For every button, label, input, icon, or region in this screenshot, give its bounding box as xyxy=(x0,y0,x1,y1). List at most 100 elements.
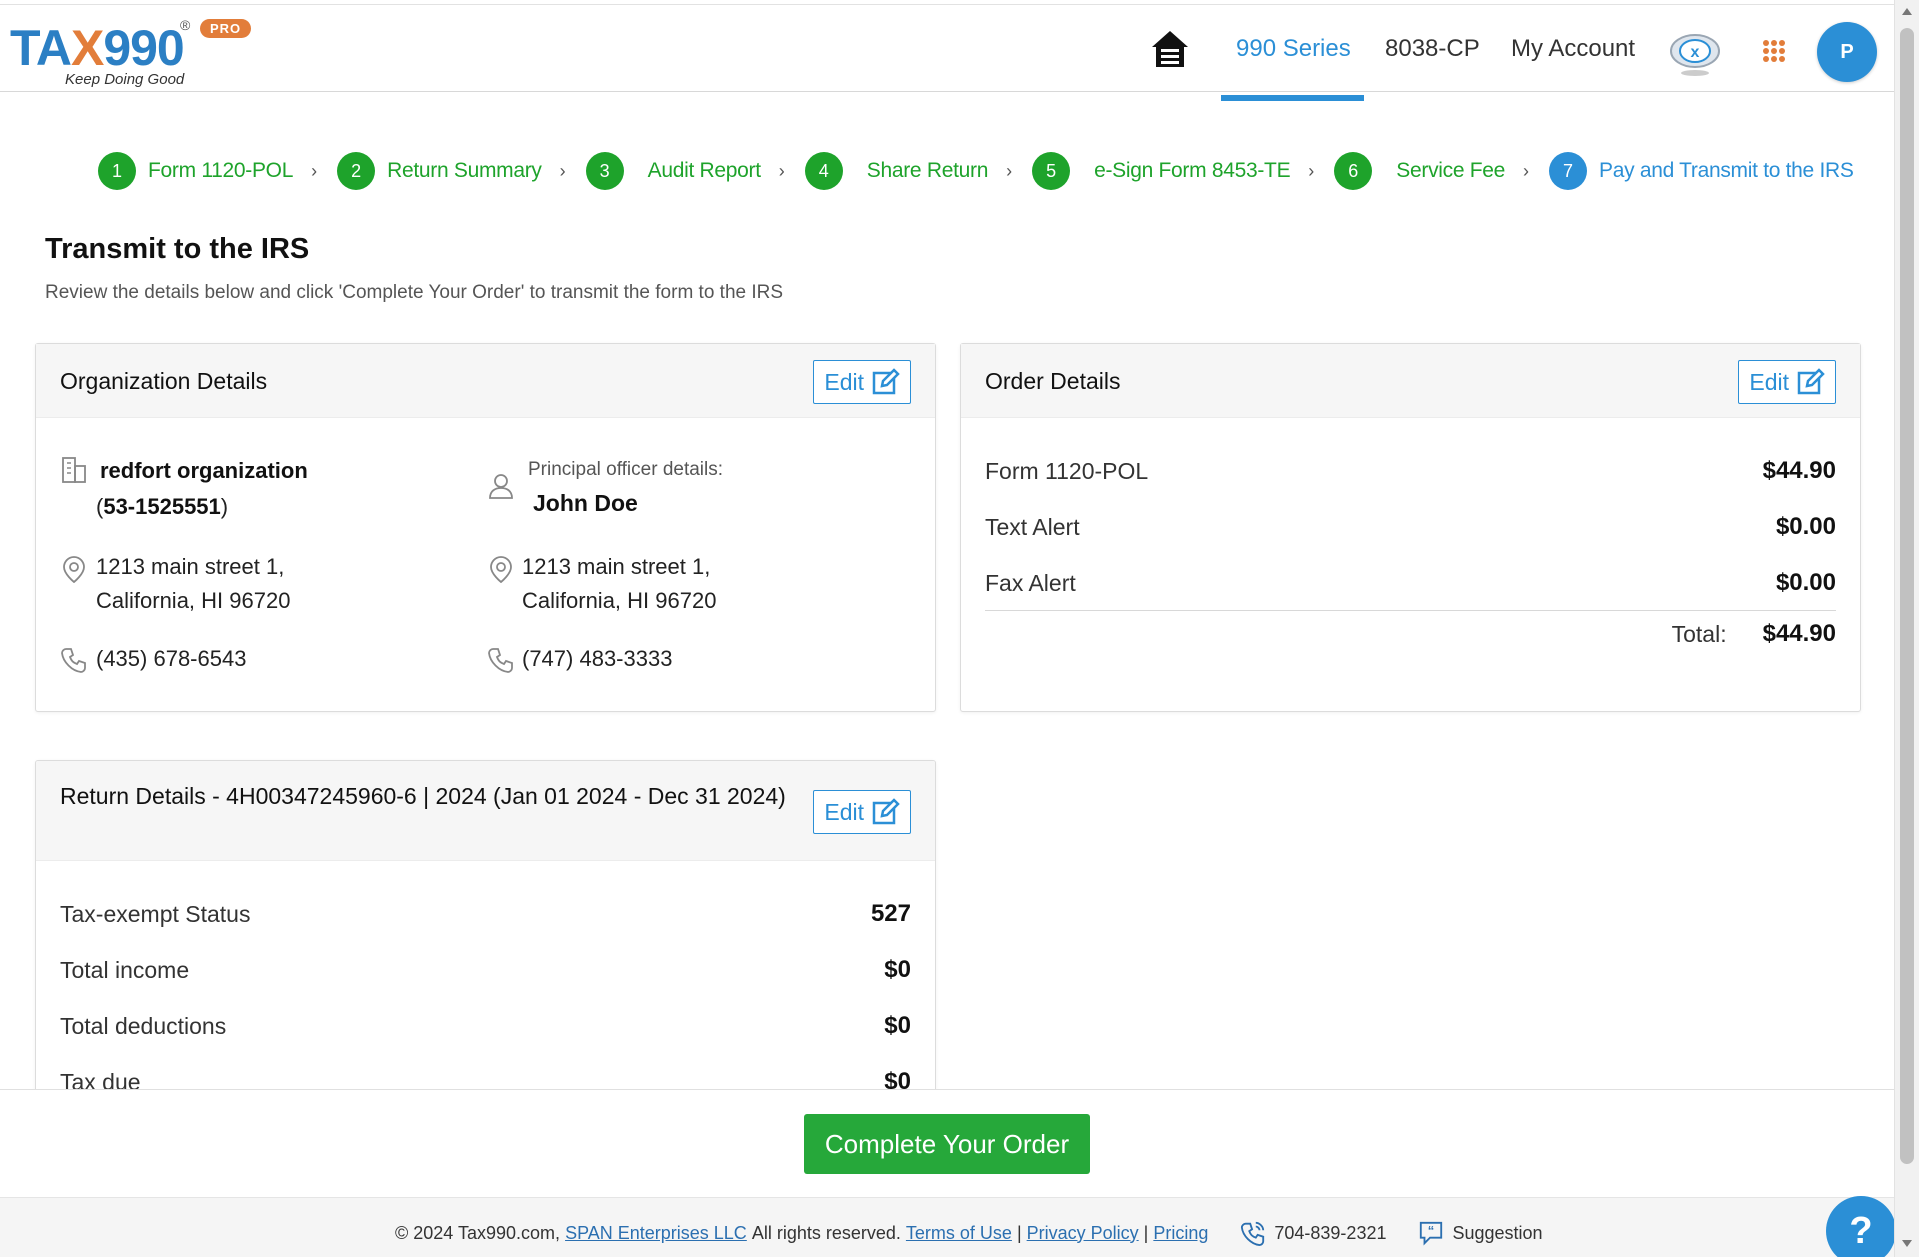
help-button[interactable]: ? xyxy=(1826,1196,1896,1257)
order-item-label: Form 1120-POL xyxy=(985,457,1149,484)
order-item-amount: $44.90 xyxy=(1762,457,1836,484)
home-icon[interactable] xyxy=(1148,27,1192,71)
footer-privacy-link[interactable]: Privacy Policy xyxy=(1027,1223,1139,1244)
order-total-label: Total: xyxy=(1671,620,1727,647)
page-scrollbar[interactable] xyxy=(1894,0,1919,1257)
complete-order-button[interactable]: Complete Your Order xyxy=(804,1114,1090,1174)
edit-label: Edit xyxy=(824,798,864,825)
footer-suggestion[interactable]: “ Suggestion xyxy=(1418,1220,1543,1246)
edit-label: Edit xyxy=(824,368,864,395)
user-icon xyxy=(487,472,515,500)
chevron-right-icon: › xyxy=(1523,160,1530,181)
footer-phone[interactable]: 704-839-2321 xyxy=(1240,1220,1386,1246)
logo-wordmark: TAX990 xyxy=(10,20,185,76)
org-phone: (435) 678-6543 xyxy=(96,646,247,671)
return-row-label: Tax-exempt Status xyxy=(60,900,251,927)
organization-details-card: Organization Details Edit redfort organi… xyxy=(35,343,936,712)
footer-phone-number: 704-839-2321 xyxy=(1274,1222,1387,1243)
scrollbar-thumb[interactable] xyxy=(1900,28,1914,1164)
edit-return-button[interactable]: Edit xyxy=(813,790,911,834)
apps-grid-icon[interactable] xyxy=(1762,39,1786,63)
step-esign-form-8453-te[interactable]: 5 e-Sign Form 8453-TE xyxy=(1032,152,1291,190)
footer-pricing-link[interactable]: Pricing xyxy=(1153,1223,1208,1244)
step-number: 5 xyxy=(1032,152,1071,190)
return-row: Total deductions $0 xyxy=(60,1006,911,1046)
nav-990-series[interactable]: 990 Series xyxy=(1236,35,1351,63)
edit-icon xyxy=(872,368,900,395)
chevron-right-icon: › xyxy=(559,160,566,181)
card-title: Order Details xyxy=(985,368,1121,394)
order-total-amount: $44.90 xyxy=(1762,620,1836,647)
chevron-right-icon: › xyxy=(311,160,318,181)
order-item-amount: $0.00 xyxy=(1775,513,1836,540)
step-service-fee[interactable]: 6 Service Fee xyxy=(1334,152,1505,190)
return-row-label: Total income xyxy=(60,956,190,983)
step-label: Pay and Transmit to the IRS xyxy=(1599,159,1854,182)
card-header: Organization Details Edit xyxy=(36,344,935,418)
step-return-summary[interactable]: 2 Return Summary xyxy=(337,152,542,190)
step-number: 6 xyxy=(1334,152,1373,190)
chevron-right-icon: › xyxy=(1308,160,1315,181)
order-item-label: Fax Alert xyxy=(985,569,1076,596)
step-number: 4 xyxy=(804,152,843,190)
footer-company-link[interactable]: SPAN Enterprises LLC xyxy=(565,1223,747,1244)
step-label: Form 1120-POL xyxy=(148,159,294,182)
footer-suggestion-label: Suggestion xyxy=(1452,1222,1543,1243)
card-title: Return Details - 4H00347245960-6 | 2024 … xyxy=(60,783,786,809)
step-number: 7 xyxy=(1549,152,1588,190)
footer: © 2024 Tax990.com, SPAN Enterprises LLC … xyxy=(0,1197,1894,1257)
tax-robot-icon[interactable]: x xyxy=(1667,25,1723,77)
return-row-value: 527 xyxy=(870,900,911,927)
edit-organization-button[interactable]: Edit xyxy=(813,360,911,404)
officer-label: Principal officer details: xyxy=(528,459,724,480)
svg-text:“: “ xyxy=(1428,1223,1435,1238)
page-subtitle: Review the details below and click 'Comp… xyxy=(45,282,784,303)
building-icon xyxy=(60,456,88,484)
nav-my-account[interactable]: My Account xyxy=(1511,35,1635,63)
order-item-label: Text Alert xyxy=(985,513,1080,540)
chat-quote-icon: “ xyxy=(1420,1221,1443,1246)
step-share-return[interactable]: 4 Share Return xyxy=(804,152,988,190)
footer-terms-link[interactable]: Terms of Use xyxy=(906,1223,1012,1244)
edit-icon xyxy=(1797,368,1825,395)
order-item-amount: $0.00 xyxy=(1775,569,1836,596)
step-audit-report[interactable]: 3 Audit Report xyxy=(585,152,761,190)
step-label: Service Fee xyxy=(1396,159,1506,182)
logo-tagline: Keep Doing Good xyxy=(65,71,185,88)
footer-separator: | xyxy=(1143,1222,1149,1243)
nav-8038-cp[interactable]: 8038-CP xyxy=(1385,35,1480,63)
sticky-action-bar: Complete Your Order xyxy=(0,1089,1894,1197)
step-form-1120-pol[interactable]: 1 Form 1120-POL xyxy=(98,152,293,190)
footer-content: © 2024 Tax990.com, SPAN Enterprises LLC … xyxy=(395,1220,1543,1246)
order-total: Total: $44.90 xyxy=(1672,620,1836,648)
step-number: 3 xyxy=(585,152,624,190)
user-avatar[interactable]: P xyxy=(1817,22,1877,82)
step-label: Audit Report xyxy=(647,159,761,182)
return-row-label: Total deductions xyxy=(60,1012,227,1039)
footer-rights: All rights reserved. xyxy=(751,1222,901,1243)
edit-label: Edit xyxy=(1749,368,1789,395)
tax990-logo[interactable]: TAX990 ® PRO Keep Doing Good xyxy=(10,13,260,91)
return-details-card: Return Details - 4H00347245960-6 | 2024 … xyxy=(35,760,936,1100)
scroll-up-arrow-icon[interactable] xyxy=(1902,8,1912,15)
order-details-card: Order Details Edit Form 1120-POL $44.90 … xyxy=(960,343,1861,712)
officer-name: John Doe xyxy=(533,490,638,516)
officer-address: 1213 main street 1, California, HI 96720 xyxy=(522,554,717,613)
edit-order-button[interactable]: Edit xyxy=(1738,360,1836,404)
nav-active-indicator xyxy=(1221,95,1364,101)
top-header: TAX990 ® PRO Keep Doing Good 990 Series … xyxy=(0,4,1894,101)
step-pay-and-transmit[interactable]: 7 Pay and Transmit to the IRS xyxy=(1549,152,1854,190)
page-title: Transmit to the IRS xyxy=(45,233,310,265)
return-row: Tax-exempt Status 527 xyxy=(60,894,911,934)
step-number: 2 xyxy=(337,152,376,190)
location-pin-icon xyxy=(487,555,515,584)
scroll-down-arrow-icon[interactable] xyxy=(1902,1240,1912,1247)
return-row: Total income $0 xyxy=(60,950,911,990)
step-number: 1 xyxy=(98,152,136,190)
card-header: Order Details Edit xyxy=(961,344,1860,418)
footer-separator: | xyxy=(1016,1222,1022,1243)
footer-copyright: © 2024 Tax990.com, xyxy=(395,1222,561,1243)
order-divider xyxy=(985,610,1836,611)
org-name: redfort organization xyxy=(100,458,308,483)
return-row-value: $0 xyxy=(884,1012,911,1039)
